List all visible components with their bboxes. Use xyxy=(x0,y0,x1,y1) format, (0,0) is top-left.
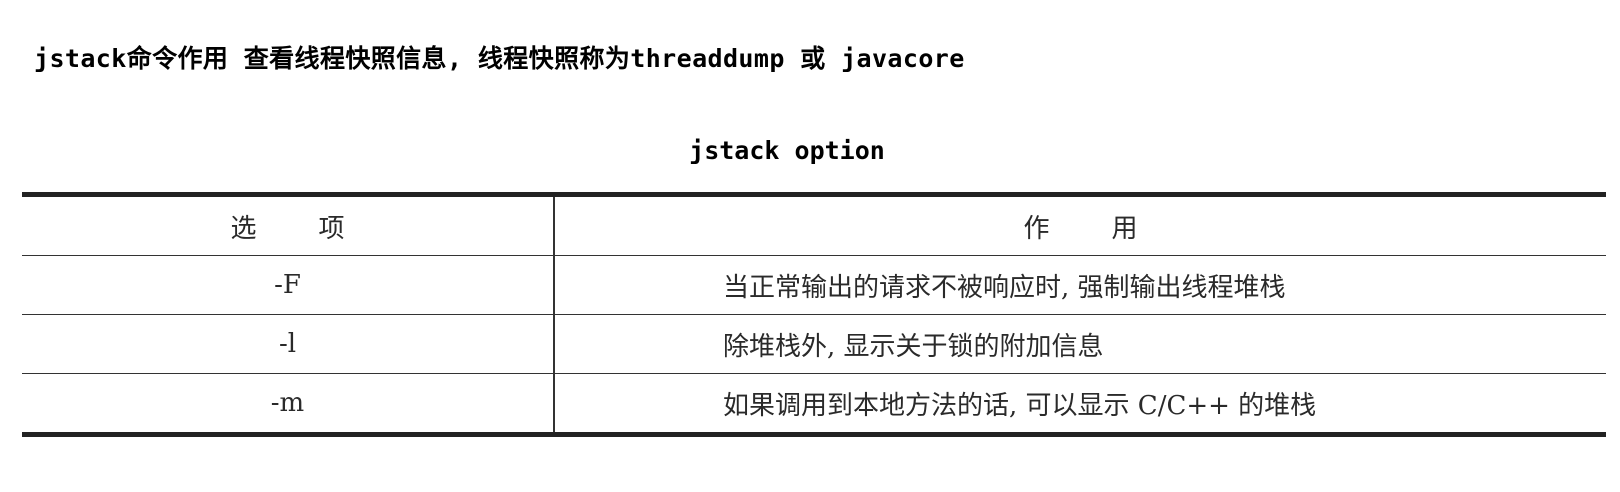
purpose-cell: 除堆栈外, 显示关于锁的附加信息 xyxy=(554,314,1606,374)
table-title: jstack option xyxy=(0,134,1620,168)
table-row: -l 除堆栈外, 显示关于锁的附加信息 xyxy=(22,314,1606,374)
header-purpose-label: 作用 xyxy=(1023,213,1200,244)
option-cell: -l xyxy=(22,314,555,374)
purpose-cell: 当正常输出的请求不被响应时, 强制输出线程堆栈 xyxy=(554,255,1606,315)
purpose-cell: 如果调用到本地方法的话, 可以显示 C/C++ 的堆栈 xyxy=(723,390,1317,421)
option-cell: -F xyxy=(22,255,555,315)
table-row: -m 如果调用到本地方法的话, 可以显示 C/C++ 的堆栈 xyxy=(22,373,1606,435)
table-title-text: jstack option xyxy=(689,136,885,165)
option-cell: -m xyxy=(22,373,555,435)
table-header-row: 选项 作用 xyxy=(22,194,1606,256)
header-purpose: 作用 xyxy=(554,194,1606,256)
options-table: 选项 作用 -F 当正常输出的请求不被响应时, 强制输出线程堆栈 -l 除堆栈外… xyxy=(22,192,1606,437)
table-row: -F 当正常输出的请求不被响应时, 强制输出线程堆栈 xyxy=(22,255,1606,315)
page-heading: jstack命令作用 查看线程快照信息, 线程快照称为threaddump 或 … xyxy=(34,44,965,73)
header-option: 选项 xyxy=(22,194,555,256)
header-option-label: 选项 xyxy=(230,213,407,244)
